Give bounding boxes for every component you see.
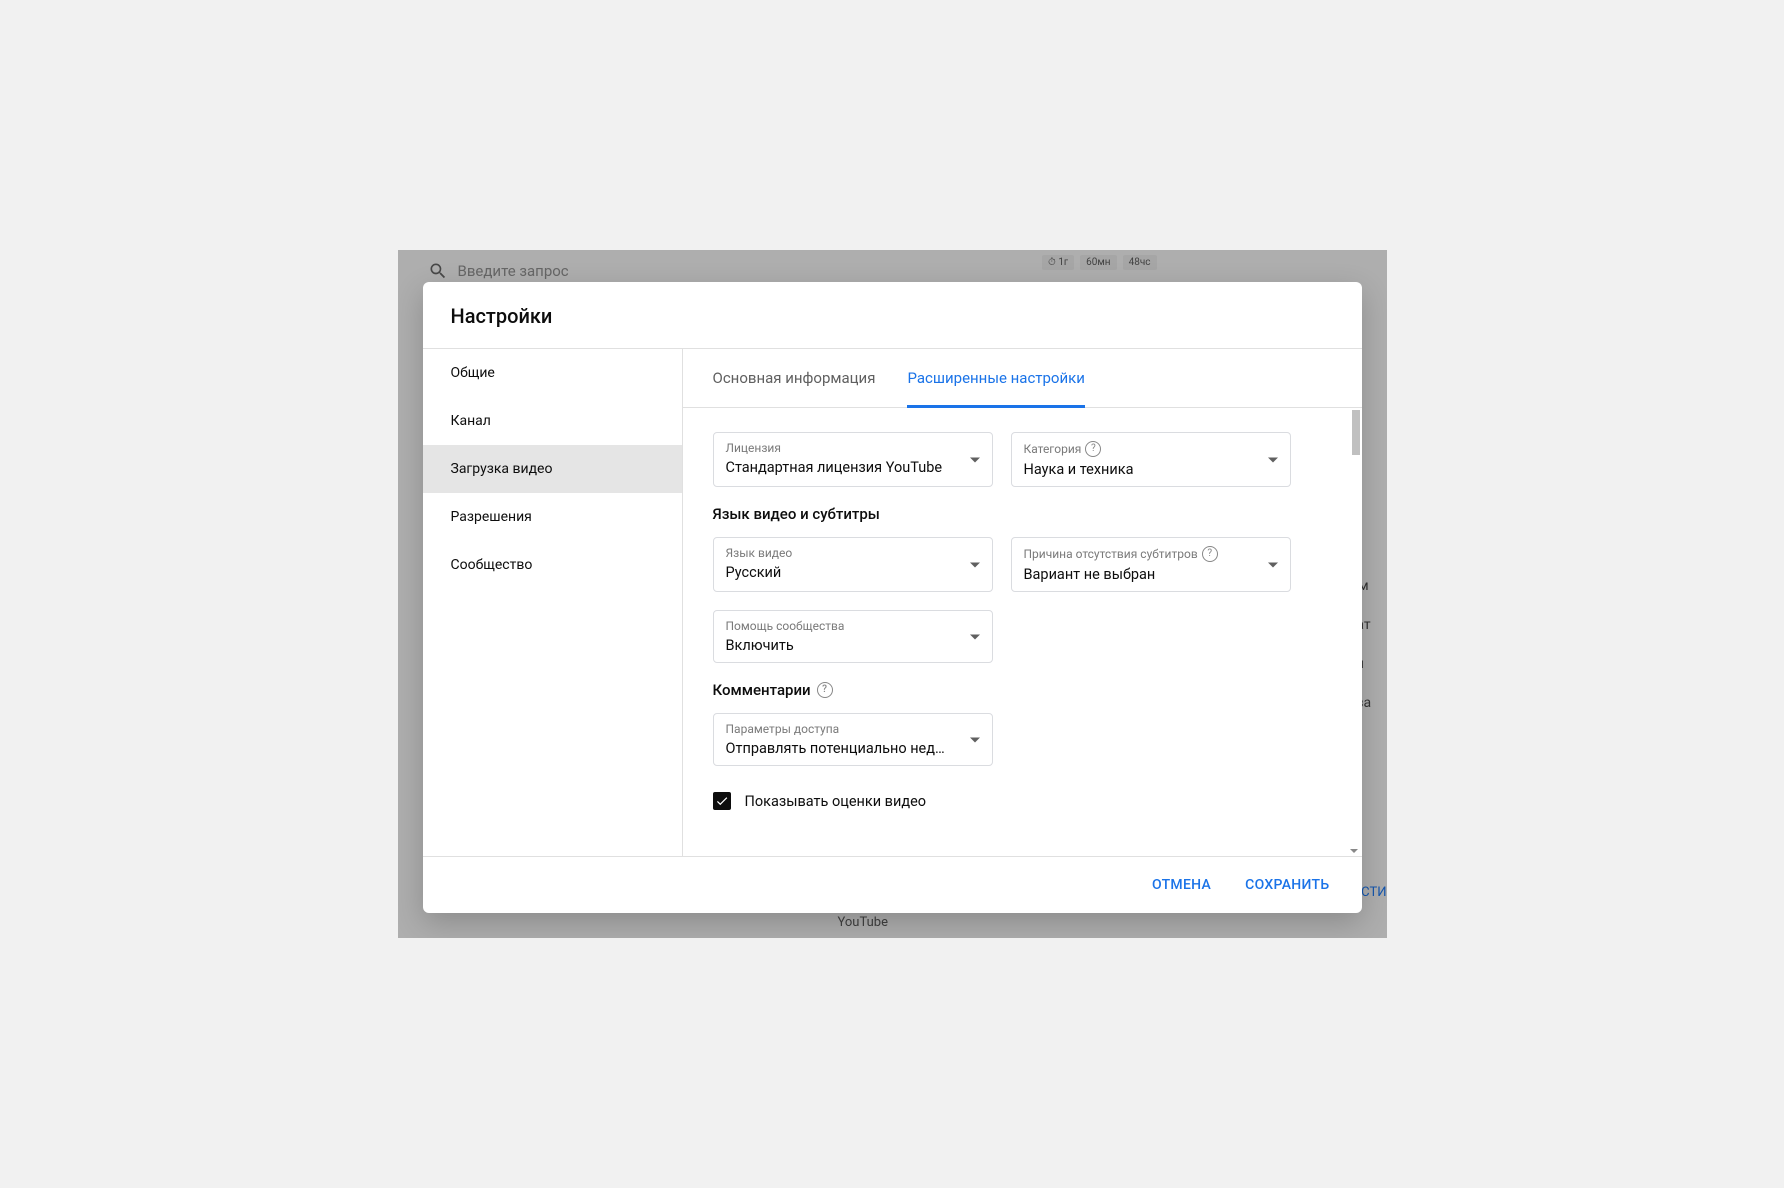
video-language-select[interactable]: Язык видео Русский	[713, 537, 993, 592]
form-row: Лицензия Стандартная лицензия YouTube Ка…	[713, 432, 1332, 487]
chevron-down-icon	[1268, 457, 1278, 462]
search-icon	[428, 261, 448, 281]
select-value: Стандартная лицензия YouTube	[726, 459, 980, 476]
select-label: Язык видео	[726, 546, 980, 560]
bg-badges: ⏱ 1г 60мн 48чс	[1042, 255, 1156, 270]
bg-badge: 60мн	[1080, 255, 1116, 270]
modal-header: Настройки	[423, 282, 1362, 348]
chevron-down-icon	[970, 457, 980, 462]
select-label: Причина отсутствия субтитров ?	[1024, 546, 1278, 562]
sidebar-item-general[interactable]: Общие	[423, 349, 682, 397]
form-row: Параметры доступа Отправлять потенциальн…	[713, 713, 1332, 766]
caption-reason-select[interactable]: Причина отсутствия субтитров ? Вариант н…	[1011, 537, 1291, 592]
tab-advanced-settings[interactable]: Расширенные настройки	[907, 349, 1084, 408]
sidebar-item-permissions[interactable]: Разрешения	[423, 493, 682, 541]
select-value: Вариант не выбран	[1024, 566, 1278, 583]
tabs-bar: Основная информация Расширенные настройк…	[683, 349, 1362, 408]
select-label: Лицензия	[726, 441, 980, 455]
chevron-down-icon	[1268, 562, 1278, 567]
save-button[interactable]: СОХРАНИТЬ	[1235, 869, 1339, 901]
select-value: Включить	[726, 637, 980, 654]
show-ratings-checkbox[interactable]	[713, 792, 731, 810]
select-label: Параметры доступа	[726, 722, 980, 736]
settings-sidebar: Общие Канал Загрузка видео Разрешения Со…	[423, 349, 683, 856]
help-icon[interactable]: ?	[1202, 546, 1218, 562]
scrollbar-vertical[interactable]	[1352, 408, 1360, 856]
select-value: Отправлять потенциально нед…	[726, 740, 980, 757]
settings-modal: Настройки Общие Канал Загрузка видео Раз…	[423, 282, 1362, 913]
sidebar-item-upload-video[interactable]: Загрузка видео	[423, 445, 682, 493]
modal-body: Общие Канал Загрузка видео Разрешения Со…	[423, 348, 1362, 856]
content-scroll[interactable]: Лицензия Стандартная лицензия YouTube Ка…	[683, 408, 1362, 856]
screenshot-frame: Введите запрос ⏱ 1г 60мн 48чс о канал дн…	[398, 250, 1387, 938]
scrollbar-arrow-down-icon[interactable]	[1350, 849, 1358, 853]
modal-footer: ОТМЕНА СОХРАНИТЬ	[423, 856, 1362, 913]
category-select[interactable]: Категория ? Наука и техника	[1011, 432, 1291, 487]
sidebar-item-channel[interactable]: Канал	[423, 397, 682, 445]
show-ratings-row: Показывать оценки видео	[713, 792, 1332, 810]
select-label: Категория ?	[1024, 441, 1278, 457]
tab-basic-info[interactable]: Основная информация	[713, 349, 876, 408]
select-label: Помощь сообщества	[726, 619, 980, 633]
chevron-down-icon	[970, 562, 980, 567]
bg-badge: 48чс	[1123, 255, 1157, 270]
form-row: Язык видео Русский Причина отсутствия су…	[713, 537, 1332, 592]
access-params-select[interactable]: Параметры доступа Отправлять потенциальн…	[713, 713, 993, 766]
chevron-down-icon	[970, 737, 980, 742]
settings-content: Основная информация Расширенные настройк…	[683, 349, 1362, 856]
select-value: Наука и техника	[1024, 461, 1278, 478]
community-help-select[interactable]: Помощь сообщества Включить	[713, 610, 993, 663]
section-title-language: Язык видео и субтитры	[713, 505, 1332, 523]
cancel-button[interactable]: ОТМЕНА	[1142, 869, 1221, 901]
select-value: Русский	[726, 564, 980, 581]
bg-youtube-label: YouTube	[838, 915, 889, 930]
bg-search-placeholder: Введите запрос	[458, 262, 569, 280]
checkmark-icon	[715, 794, 729, 808]
help-icon[interactable]: ?	[817, 682, 833, 698]
help-icon[interactable]: ?	[1085, 441, 1101, 457]
sidebar-item-community[interactable]: Сообщество	[423, 541, 682, 589]
scrollbar-thumb[interactable]	[1352, 410, 1360, 455]
show-ratings-label: Показывать оценки видео	[745, 793, 927, 810]
section-title-comments: Комментарии ?	[713, 681, 1332, 699]
chevron-down-icon	[970, 634, 980, 639]
bg-badge: ⏱ 1г	[1042, 255, 1074, 270]
modal-title: Настройки	[451, 304, 1334, 328]
form-row: Помощь сообщества Включить	[713, 610, 1332, 663]
license-select[interactable]: Лицензия Стандартная лицензия YouTube	[713, 432, 993, 487]
